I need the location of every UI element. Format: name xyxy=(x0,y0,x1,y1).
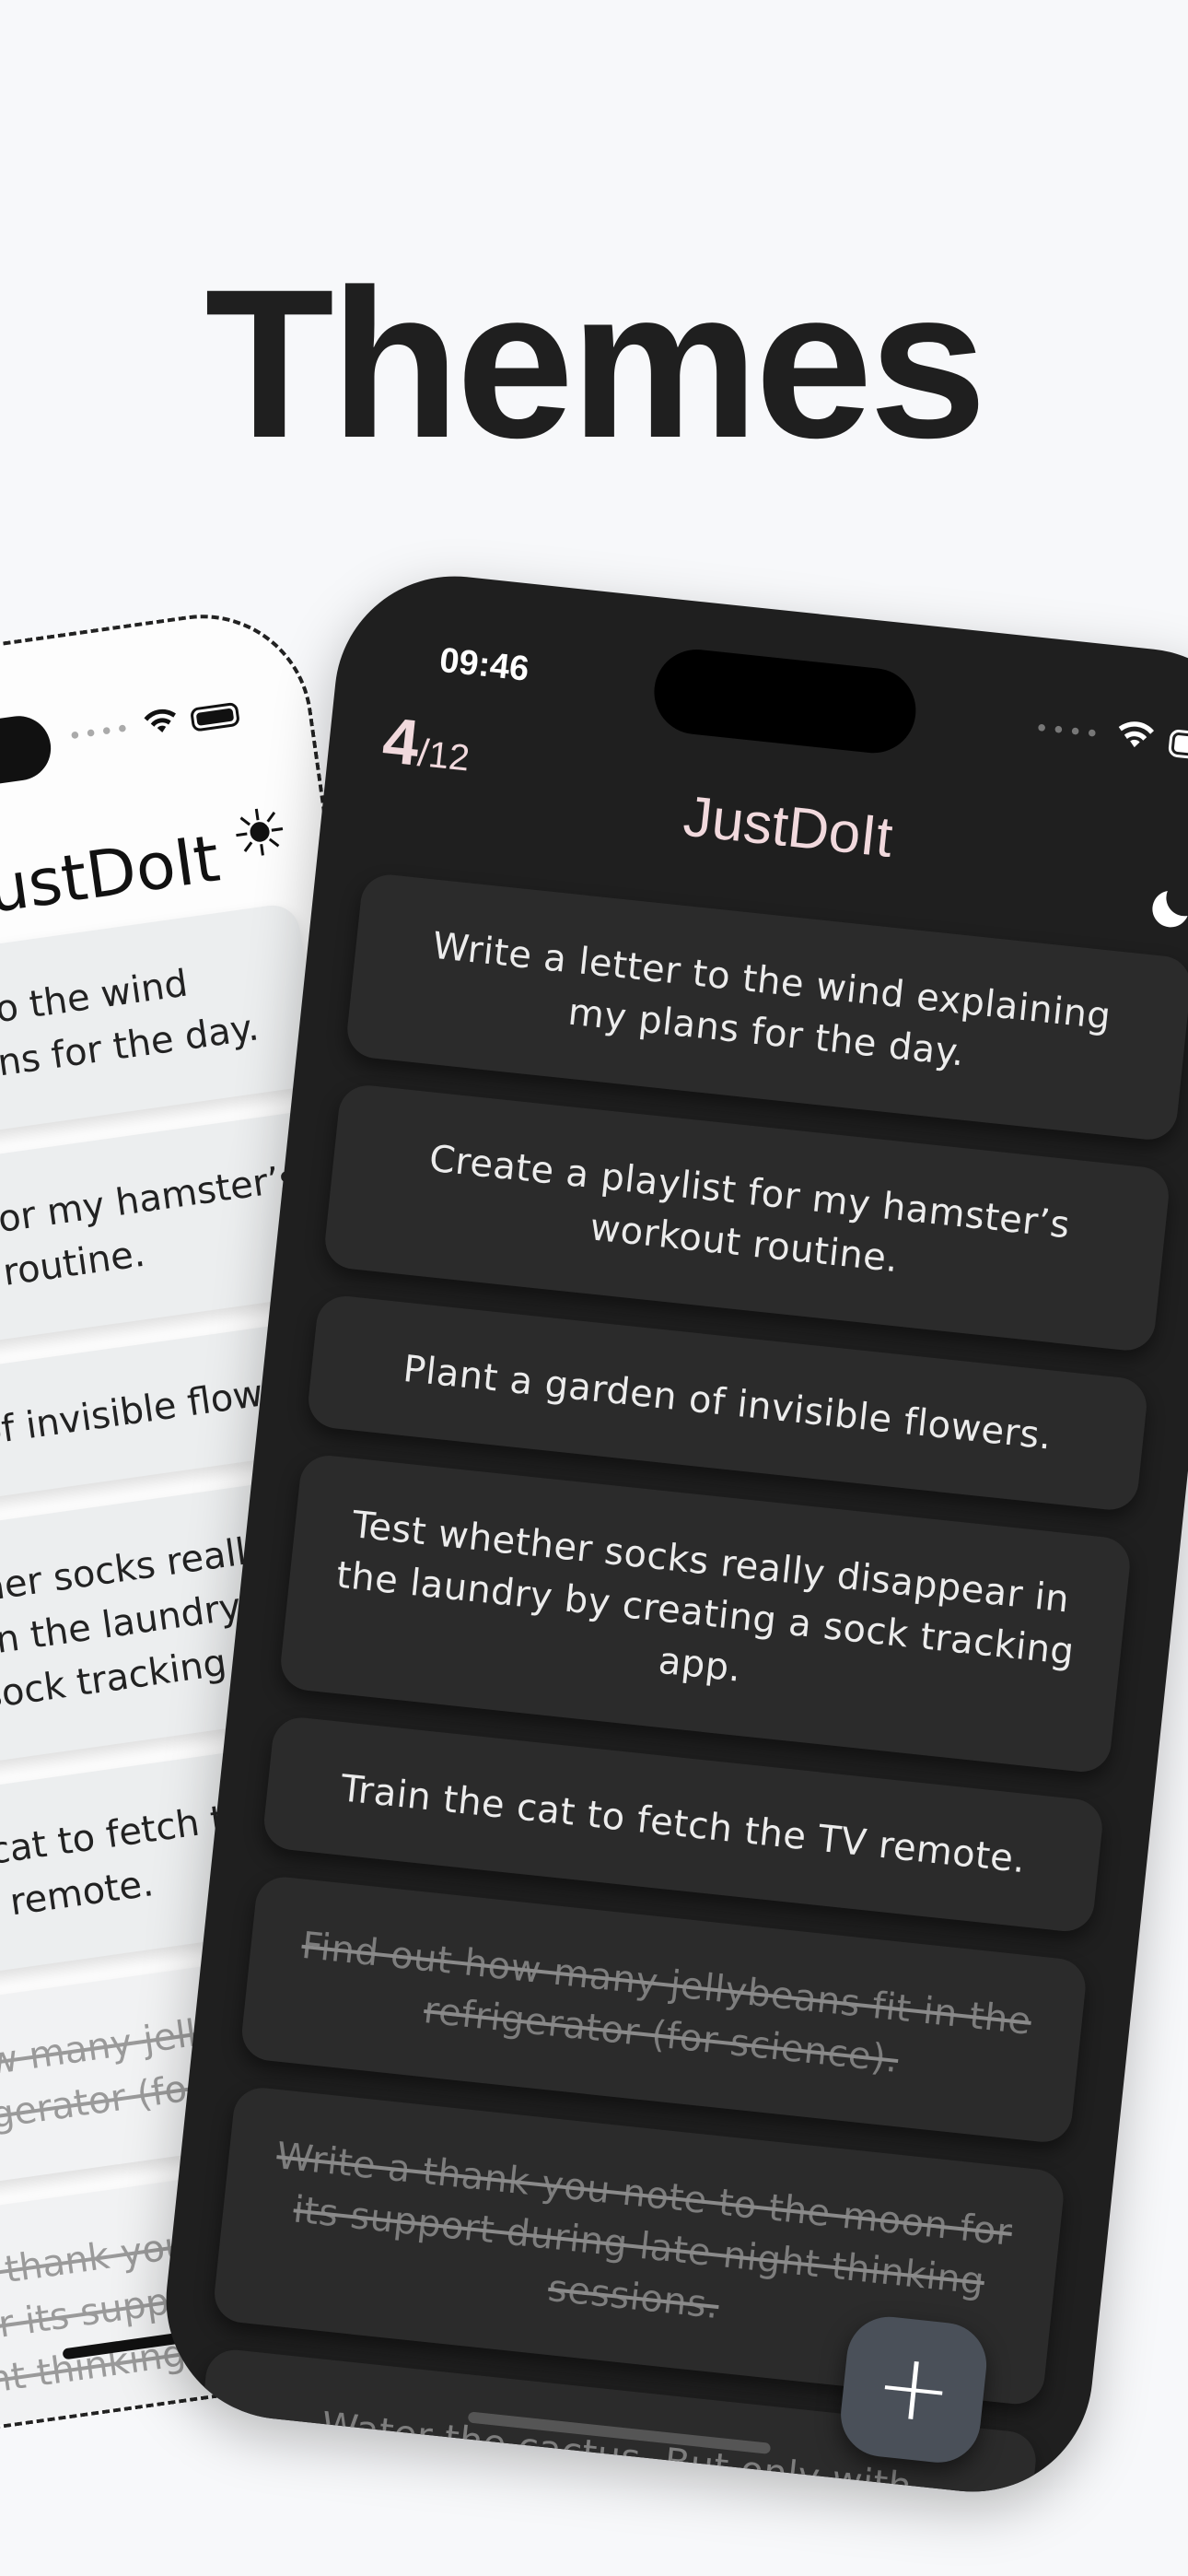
sun-icon[interactable]: ☀ xyxy=(226,792,294,875)
page-headline: Themes xyxy=(204,245,986,482)
task-list: Write a letter to the wind explaining my… xyxy=(192,872,1188,2504)
status-bar: •••• xyxy=(65,697,241,755)
cellular-signal-icon: •••• xyxy=(1032,714,1103,749)
wifi-icon xyxy=(1114,718,1157,759)
add-task-button[interactable]: + xyxy=(836,2313,991,2467)
dynamic-island xyxy=(0,711,55,794)
app-title: JustDoIt xyxy=(0,820,225,931)
status-bar: •••• xyxy=(1032,709,1188,767)
battery-icon xyxy=(190,701,241,732)
cellular-signal-icon: •••• xyxy=(65,715,134,752)
status-time: 09:46 xyxy=(437,640,531,689)
wifi-icon xyxy=(142,705,181,744)
moon-icon[interactable] xyxy=(1141,880,1188,950)
task-card[interactable]: Test whether socks really disappear in t… xyxy=(278,1452,1133,1775)
battery-icon xyxy=(1168,728,1188,762)
dynamic-island xyxy=(649,645,920,757)
